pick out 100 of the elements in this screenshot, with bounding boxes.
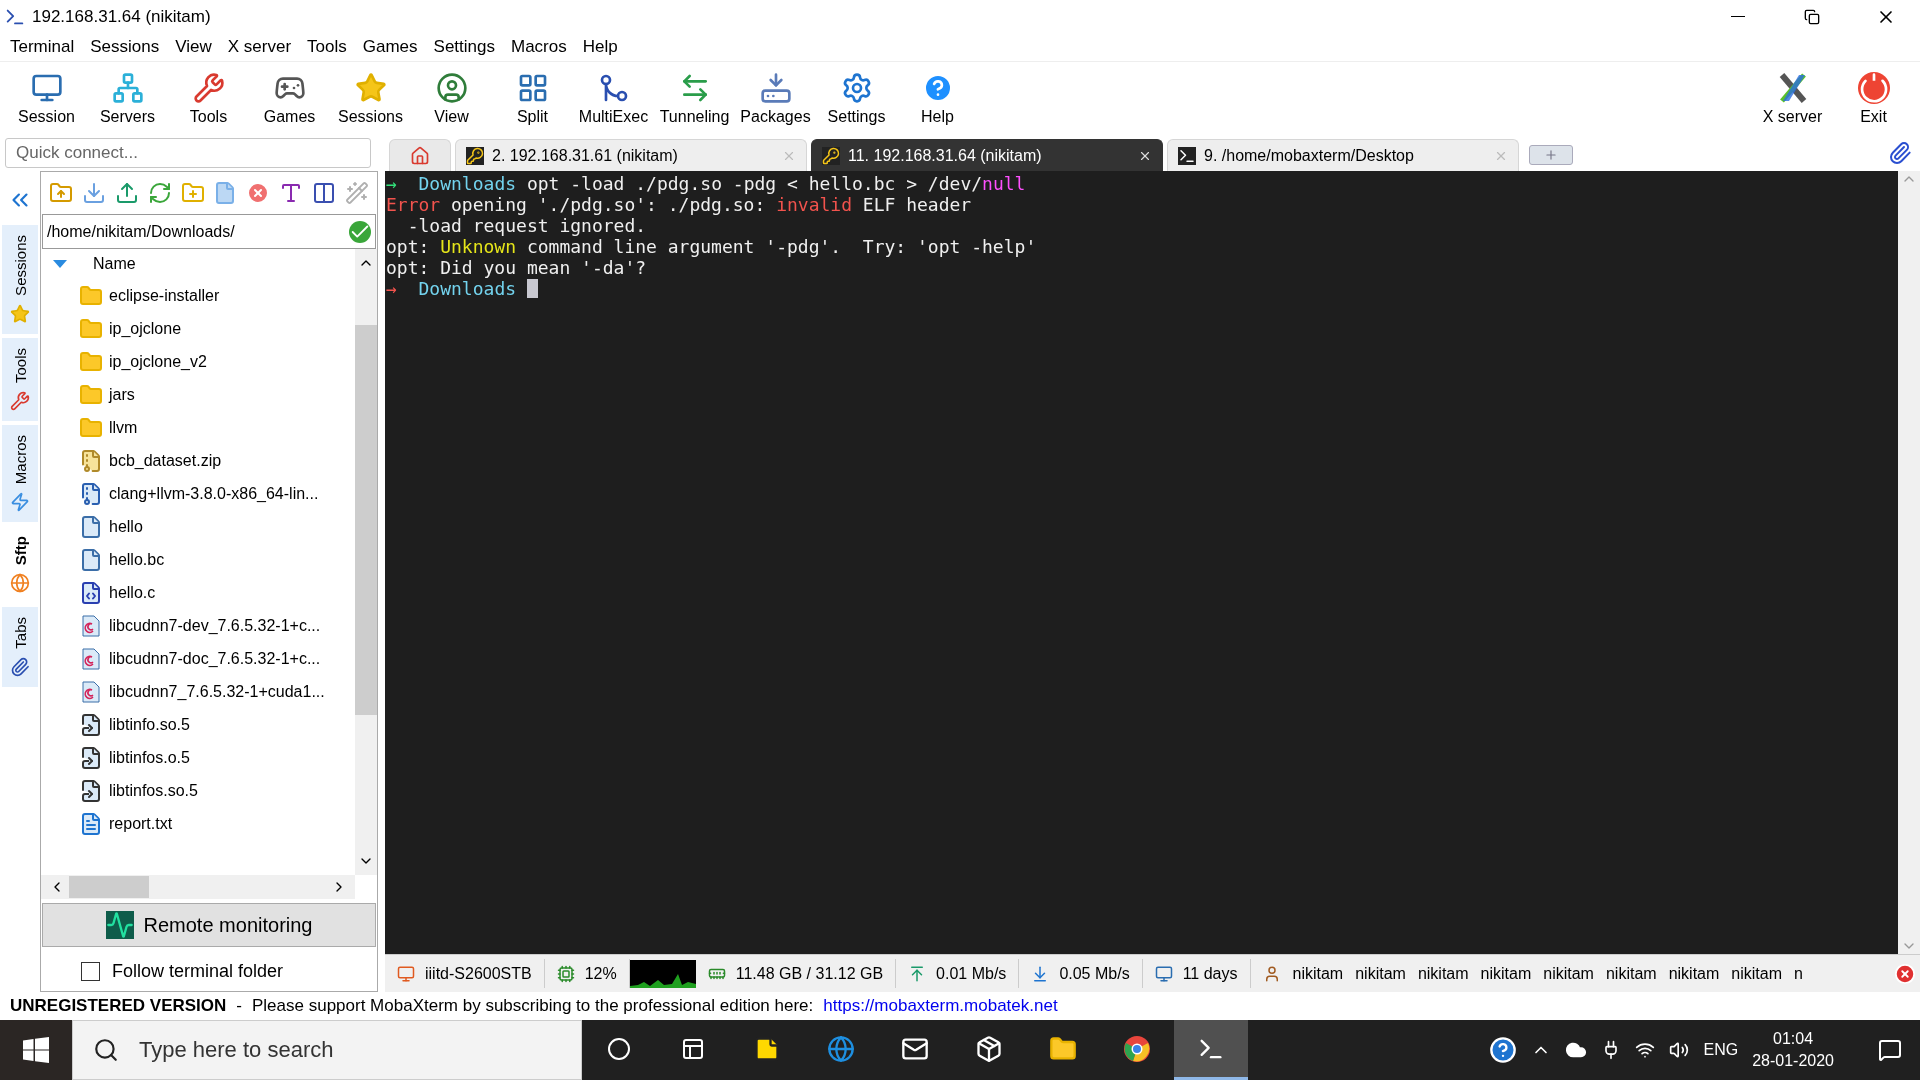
file-name[interactable]: hello [109,517,143,536]
language-indicator[interactable]: ENG [1703,1041,1739,1059]
archive-file-icon [79,481,103,506]
toolbar-button[interactable]: Session [6,62,87,135]
toolbar-button[interactable]: Games [249,62,330,135]
file-name[interactable]: libcudnn7-dev_7.6.5.32-1+c... [109,616,321,635]
home-tab[interactable] [389,139,451,171]
toolbar-button[interactable]: Tunneling [654,62,735,135]
zip-file-icon [79,448,103,473]
paperclip-icon[interactable] [1888,141,1912,165]
side-tab[interactable]: Sessions [2,225,38,334]
file-name[interactable]: jars [109,385,135,404]
file-name[interactable]: eclipse-installer [109,286,220,305]
session-tab[interactable]: 2. 192.168.31.61 (nikitam) [455,139,807,171]
folder-icon [79,415,103,440]
toolbar-button[interactable]: Servers [87,62,168,135]
user-icon [435,71,468,104]
file-name[interactable]: libtinfos.o.5 [109,748,190,767]
file-name[interactable]: libtinfo.so.5 [109,715,190,734]
toolbar-button[interactable]: Settings [816,62,897,135]
menu-item[interactable]: Games [354,37,426,57]
volume-icon[interactable] [1669,1040,1690,1060]
menu-item[interactable]: Tools [299,37,355,57]
download-speed: 0.05 Mb/s [1059,964,1130,983]
file-name[interactable]: libcudnn7_7.6.5.32-1+cuda1... [109,682,325,701]
toolbar-button[interactable]: View [411,62,492,135]
remote-monitoring-button[interactable]: Remote monitoring [42,903,376,947]
start-button[interactable] [0,1020,72,1080]
swirl-file-icon [79,646,103,671]
star-icon [354,71,387,104]
folder-icon [79,382,103,407]
menu-item[interactable]: Help [574,37,626,57]
toolbar-button[interactable]: Help [897,62,978,135]
toolbar-button[interactable]: X server [1752,62,1833,135]
monitor-icon [1154,964,1173,983]
menu-item[interactable]: View [167,37,220,57]
website-link[interactable]: https://mobaxterm.mobatek.net [823,996,1058,1016]
menu-item[interactable]: Sessions [82,37,168,57]
clock-time[interactable]: 01:04 [1773,1030,1814,1048]
file-icon [79,547,103,572]
file-name[interactable]: report.txt [109,814,173,833]
notice-separator: - [236,996,242,1016]
link-file-icon [79,778,103,803]
path-field[interactable]: /home/nikitam/Downloads/ [42,214,376,249]
download-icon[interactable] [82,181,107,205]
file-name[interactable]: ip_ojclone [109,319,182,338]
terminal-line: → Downloads [386,278,517,299]
session-tab[interactable]: 11. 192.168.31.64 (nikitam) [811,139,1163,171]
swirl-file-icon [79,613,103,638]
terminal-scrollbar[interactable] [1898,171,1920,954]
home-icon [410,145,430,166]
menu-item[interactable]: Settings [425,37,503,57]
columns-icon[interactable] [311,181,336,205]
panels-icon [681,1036,705,1061]
file-icon [79,514,103,539]
toolbar-button[interactable]: Split [492,62,573,135]
key-icon [466,146,484,165]
file-name[interactable]: clang+llvm-3.8.0-x86_64-lin... [109,484,319,503]
taskbar-search-field[interactable]: Type here to search [72,1020,582,1080]
restore-icon [1804,8,1820,25]
checkbox[interactable] [81,961,100,981]
box-icon [975,1034,1003,1063]
session-tab[interactable]: 9. /home/mobaxterm/Desktop [1167,139,1519,171]
wrench-icon [10,390,30,411]
check-icon[interactable] [349,220,371,243]
file-name[interactable]: ip_ojclone_v2 [109,352,207,371]
menu-item[interactable]: Macros [503,37,575,57]
toolbar-button[interactable]: Sessions [330,62,411,135]
refresh-icon[interactable] [147,181,172,205]
help-icon[interactable] [1489,1036,1518,1064]
notice-message: Please support MobaXterm by subscribing to the professional edition here: [252,996,814,1016]
terminal-line: -load request ignored. [406,215,647,236]
file-name[interactable]: hello.bc [109,550,165,569]
side-tab[interactable]: Tools [2,337,38,421]
file-name[interactable]: bcb_dataset.zip [109,451,222,470]
side-tab[interactable]: Macros [2,424,38,523]
menu-item[interactable]: X server [219,37,300,57]
cpu-usage: 12% [584,964,617,983]
column-header[interactable]: Name [93,255,136,273]
close-icon[interactable] [1894,962,1916,985]
file-name[interactable]: llvm [109,418,138,437]
clock-date[interactable]: 28-01-2020 [1752,1052,1834,1070]
wifi-icon[interactable] [1635,1040,1656,1060]
notifications-icon[interactable] [1878,1038,1902,1062]
menu-item[interactable]: Terminal [2,37,83,57]
file-name[interactable]: libtinfos.so.5 [109,781,198,800]
toolbar-button[interactable]: Packages [735,62,816,135]
scrollbar[interactable] [355,249,377,875]
uptime: 11 days [1182,964,1238,983]
side-tab[interactable]: Tabs [2,607,38,687]
toolbar-button[interactable]: Tools [168,62,249,135]
folder-icon [79,316,103,341]
link-file-icon [79,745,103,770]
toolbar-button[interactable]: MultiExec [573,62,654,135]
quick-connect-field[interactable]: Quick connect... [5,138,371,168]
file-name[interactable]: hello.c [109,583,156,602]
horizontal-scrollbar[interactable] [41,875,355,899]
toolbar-button[interactable]: Exit [1833,62,1914,135]
upload-icon[interactable] [115,181,139,205]
file-name[interactable]: libcudnn7-doc_7.6.5.32-1+c... [109,649,321,668]
